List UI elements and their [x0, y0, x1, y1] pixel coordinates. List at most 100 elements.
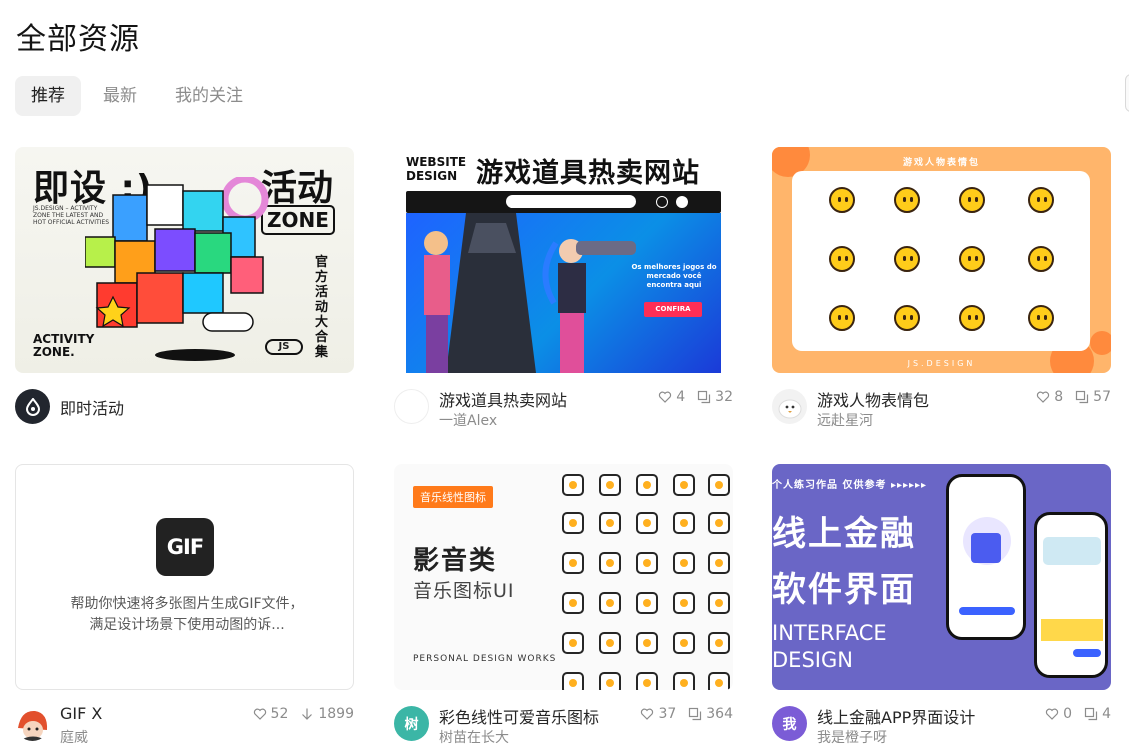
thumb-headline: 软件界面	[772, 570, 916, 610]
emoji-icon	[894, 187, 920, 213]
card-thumbnail[interactable]: GIF 帮助你快速将多张图片生成GIF文件，满足设计场景下使用动图的诉...	[15, 464, 354, 690]
comments-count: 4	[1102, 706, 1111, 722]
emoji-icon	[1028, 246, 1054, 272]
music-icon	[599, 512, 621, 534]
card-thumbnail[interactable]: 个人练习作品 仅供参考 ▸▸▸▸▸▸ 线上金融 软件界面 INTERFACE D…	[772, 464, 1111, 690]
likes-stat[interactable]: 8	[1036, 389, 1063, 405]
downloads-count: 1899	[318, 706, 354, 722]
phone-mockup	[1034, 512, 1108, 678]
avatar[interactable]	[15, 389, 50, 424]
music-icon	[636, 632, 658, 654]
tab-latest[interactable]: 最新	[87, 76, 153, 116]
emoji-icon	[1028, 187, 1054, 213]
avatar[interactable]	[394, 389, 429, 424]
comments-stat[interactable]: 57	[1075, 389, 1111, 405]
heart-icon	[1037, 391, 1050, 403]
thumb-en-line: INTERFACE	[772, 621, 887, 645]
card-title[interactable]: 线上金融APP界面设计	[817, 704, 975, 728]
music-icon	[636, 552, 658, 574]
thumb-footer: JS.DESIGN	[907, 359, 976, 368]
emoji-icon	[1028, 305, 1054, 331]
thumb-en-line: DESIGN	[772, 648, 853, 672]
music-icon	[562, 474, 584, 496]
heart-icon	[253, 708, 266, 720]
likes-count: 52	[270, 706, 289, 722]
music-icon	[673, 672, 695, 690]
card-title[interactable]: 即时活动	[60, 395, 124, 419]
card-thumbnail[interactable]: 即设 :) 活动 ZONE 官方活动大合集 JS.DESIGN – ACTIVI…	[15, 147, 354, 373]
thumb-subheadline: 音乐图标UI	[413, 580, 515, 602]
comment-icon	[689, 707, 702, 721]
emoji-icon	[959, 187, 985, 213]
thumb-headline: 游戏道具热卖网站	[476, 158, 700, 189]
card-meta: 游戏人物表情包 远赴星河 8 57	[772, 385, 1111, 433]
card-stats: 37 364	[640, 706, 733, 722]
music-icon	[708, 512, 730, 534]
likes-stat[interactable]: 0	[1045, 706, 1072, 722]
music-icon	[562, 632, 584, 654]
comments-stat[interactable]: 364	[688, 706, 733, 722]
heart-icon	[1046, 708, 1059, 720]
thumb-vertical-text: 官方活动大合集	[315, 255, 329, 360]
music-icon	[673, 512, 695, 534]
music-icon	[673, 632, 695, 654]
thumb-navbar	[406, 191, 721, 213]
thumb-hero-image	[406, 213, 721, 373]
card-thumbnail[interactable]: WEBSITE DESIGN 游戏道具热卖网站 Os melhores jogo…	[394, 147, 733, 373]
downloads-stat[interactable]: 1899	[300, 706, 354, 722]
comments-stat[interactable]: 4	[1084, 706, 1111, 722]
card-thumbnail[interactable]: 游戏人物表情包 JS.DESIGN	[772, 147, 1111, 373]
music-icon	[599, 552, 621, 574]
card-title[interactable]: 游戏道具热卖网站	[439, 387, 567, 411]
card-title[interactable]: GIF X	[60, 704, 102, 723]
card-author[interactable]: 我是橙子呀	[817, 727, 887, 747]
comment-icon	[1076, 390, 1089, 404]
music-icon	[708, 672, 730, 690]
emoji-icon	[959, 246, 985, 272]
flame-logo-icon	[25, 397, 40, 416]
music-icon	[636, 592, 658, 614]
card-stats: 4 32	[658, 389, 733, 405]
music-icon	[562, 592, 584, 614]
likes-stat[interactable]: 52	[253, 706, 289, 722]
avatar[interactable]	[772, 389, 807, 424]
thumb-tag: 个人练习作品 仅供参考 ▸▸▸▸▸▸	[772, 480, 928, 491]
card-author[interactable]: 庭威	[60, 727, 88, 747]
emoji-icon	[959, 305, 985, 331]
music-icon	[599, 592, 621, 614]
card-meta: GIF X 庭威 52 1899	[15, 702, 354, 750]
avatar[interactable]: 我	[772, 706, 807, 741]
card-stats: 52 1899	[253, 706, 354, 722]
download-icon	[302, 708, 313, 720]
right-edge-control[interactable]	[1125, 74, 1129, 112]
comment-icon	[698, 390, 711, 404]
emoji-icon	[829, 246, 855, 272]
page-title: 全部资源	[16, 22, 140, 57]
tab-recommended[interactable]: 推荐	[15, 76, 81, 116]
card-stats: 0 4	[1045, 706, 1111, 722]
card-author[interactable]: 远赴星河	[817, 410, 873, 430]
card-author[interactable]: 一道Alex	[439, 410, 497, 430]
thumb-cta: CONFIRA	[644, 302, 702, 317]
avatar[interactable]	[15, 706, 50, 741]
emoji-icon	[894, 246, 920, 272]
likes-stat[interactable]: 37	[640, 706, 676, 722]
likes-stat[interactable]: 4	[658, 389, 685, 405]
thumb-headline: 影音类	[413, 546, 498, 576]
card-title[interactable]: 彩色线性可爱音乐图标	[439, 704, 599, 728]
card-meta: 即时活动	[15, 385, 354, 433]
likes-count: 37	[658, 706, 677, 722]
tab-following[interactable]: 我的关注	[159, 76, 259, 116]
music-icon	[599, 672, 621, 690]
avatar[interactable]: 树	[394, 706, 429, 741]
card-thumbnail[interactable]: 音乐线性图标 影音类 音乐图标UI PERSONAL DESIGN WORKS	[394, 464, 733, 690]
likes-count: 4	[676, 389, 686, 405]
heart-icon	[659, 391, 672, 403]
music-icon	[673, 552, 695, 574]
card-title[interactable]: 游戏人物表情包	[817, 387, 929, 411]
likes-count: 0	[1063, 706, 1073, 722]
comments-stat[interactable]: 32	[697, 389, 733, 405]
gif-logo-icon: GIF	[156, 518, 214, 576]
phone-mockup	[946, 474, 1026, 640]
card-author[interactable]: 树苗在长大	[439, 727, 509, 747]
